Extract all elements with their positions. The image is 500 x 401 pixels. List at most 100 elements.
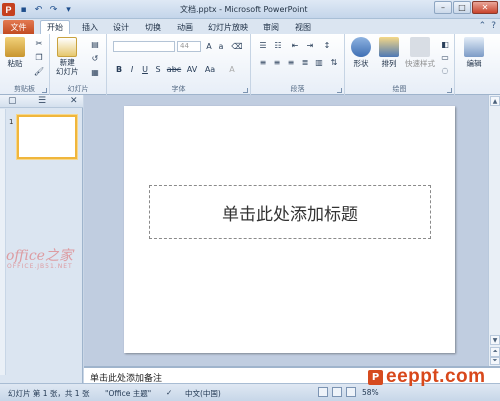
ribbon: 粘贴 ✂ ❐ 🖌 剪贴板 新建 幻灯片 ▤ ↺ ▦ 幻灯片 44 A a ⌫ B… (0, 34, 500, 95)
eeppt-text: eeppt.com (386, 366, 486, 387)
minimize-button[interactable]: – (434, 1, 452, 14)
maximize-button[interactable]: □ (453, 1, 471, 14)
font-launcher-icon[interactable] (243, 88, 248, 93)
group-drawing: 形状 排列 快速样式 ◧ ▭ ◌ 绘图 (345, 34, 455, 95)
font-color-button[interactable]: A (225, 63, 239, 75)
format-painter-icon[interactable]: 🖌 (33, 66, 45, 77)
section-icon[interactable]: ▦ (88, 67, 102, 77)
change-case-button[interactable]: Aa (203, 63, 217, 75)
spellcheck-icon[interactable]: ✓ (166, 388, 172, 397)
tab-transitions[interactable]: 切换 (139, 20, 167, 34)
grow-font-icon[interactable]: A (204, 41, 214, 51)
tab-file[interactable]: 文件 (3, 20, 34, 34)
align-left-icon[interactable]: ≡ (257, 57, 269, 67)
qat-customize-icon[interactable]: ▾ (62, 3, 75, 16)
slides-view-icon[interactable]: ▢ (8, 96, 17, 106)
italic-button[interactable]: I (127, 63, 137, 75)
numbering-icon[interactable]: ☷ (272, 40, 284, 50)
quick-access-toolbar: P ▪ ↶ ↷ ▾ (2, 2, 75, 17)
columns-icon[interactable]: ▥ (313, 57, 325, 67)
help-icon[interactable]: ? (491, 21, 496, 31)
bullets-icon[interactable]: ☰ (257, 40, 269, 50)
window-controls: – □ ✕ (434, 1, 498, 14)
shape-effects-icon[interactable]: ◌ (440, 65, 450, 75)
group-editing: 编辑 (455, 34, 500, 95)
paste-icon (5, 37, 25, 57)
shapes-icon (351, 37, 371, 57)
group-label-drawing: 绘图 (392, 85, 407, 93)
tab-review[interactable]: 审阅 (257, 20, 285, 34)
drawing-launcher-icon[interactable] (447, 88, 452, 93)
line-spacing-icon[interactable]: ↕ (321, 40, 333, 50)
tab-animations[interactable]: 动画 (171, 20, 199, 34)
thumbnail-number: 1 (9, 118, 14, 126)
tab-view[interactable]: 视图 (289, 20, 317, 34)
save-icon[interactable]: ▪ (17, 3, 30, 16)
slide-count: 幻灯片 第 1 张，共 1 张 (8, 389, 90, 398)
shape-fill-icon[interactable]: ◧ (440, 39, 450, 49)
normal-view-icon[interactable] (318, 387, 328, 397)
shape-outline-icon[interactable]: ▭ (440, 52, 450, 62)
justify-icon[interactable]: ≣ (299, 57, 311, 67)
language[interactable]: 中文(中国) (185, 388, 221, 399)
minimize-ribbon-icon[interactable]: ⌃ (479, 21, 487, 31)
reading-view-icon[interactable] (346, 387, 356, 397)
prev-slide-icon[interactable]: ⏶ (490, 347, 500, 357)
bold-button[interactable]: B (114, 63, 124, 75)
scroll-down-icon[interactable]: ▼ (490, 335, 500, 345)
paste-button[interactable]: 粘贴 (5, 37, 25, 69)
align-right-icon[interactable]: ≡ (285, 57, 297, 67)
new-slide-button[interactable]: 新建 幻灯片 (56, 37, 79, 76)
close-panel-icon[interactable]: ✕ (70, 96, 78, 106)
reset-icon[interactable]: ↺ (88, 53, 102, 63)
underline-button[interactable]: U (140, 63, 150, 75)
tab-home[interactable]: 开始 (40, 20, 70, 34)
align-center-icon[interactable]: ≡ (271, 57, 283, 67)
next-slide-icon[interactable]: ⏷ (490, 357, 500, 365)
arrange-button[interactable]: 排列 (379, 37, 399, 69)
new-slide-icon (57, 37, 78, 57)
tab-slideshow[interactable]: 幻灯片放映 (203, 20, 253, 34)
close-button[interactable]: ✕ (472, 1, 498, 14)
shrink-font-icon[interactable]: a (216, 41, 226, 51)
paragraph-launcher-icon[interactable] (337, 88, 342, 93)
outline-view-icon[interactable]: ☰ (38, 96, 46, 106)
slide-canvas[interactable]: 单击此处添加标题 (124, 106, 455, 353)
shapes-button[interactable]: 形状 (351, 37, 371, 69)
zoom-level[interactable]: 58% (362, 388, 379, 397)
tab-insert[interactable]: 插入 (76, 20, 104, 34)
clear-format-icon[interactable]: ⌫ (231, 41, 243, 51)
undo-icon[interactable]: ↶ (32, 3, 45, 16)
redo-icon[interactable]: ↷ (47, 3, 60, 16)
watermark-office-url: OFFICE.JB51.NET (7, 263, 73, 270)
powerpoint-app-icon[interactable]: P (2, 3, 15, 16)
ribbon-right-controls: ⌃ ? (479, 21, 496, 31)
increase-indent-icon[interactable]: ⇥ (304, 40, 316, 50)
copy-icon[interactable]: ❐ (33, 52, 45, 63)
font-size-select[interactable]: 44 (177, 41, 201, 52)
group-label-paragraph: 段落 (290, 85, 305, 93)
cut-icon[interactable]: ✂ (33, 38, 45, 49)
eeppt-logo-icon: P (368, 369, 383, 385)
decrease-indent-icon[interactable]: ⇤ (289, 40, 301, 50)
theme-name: "Office 主题" (105, 389, 152, 398)
editing-button[interactable]: 编辑 (464, 37, 484, 69)
slides-panel-scrollbar[interactable] (0, 109, 6, 375)
slide-thumbnail[interactable] (17, 115, 77, 159)
layout-icon[interactable]: ▤ (88, 39, 102, 49)
editor-scrollbar[interactable]: ▲ ▼ ⏶ ⏷ (488, 95, 500, 366)
tab-design[interactable]: 设计 (107, 20, 135, 34)
scroll-up-icon[interactable]: ▲ (490, 96, 500, 106)
clipboard-launcher-icon[interactable] (42, 88, 47, 93)
text-direction-icon[interactable]: ⇅ (328, 57, 340, 67)
watermark-office: office之家 (6, 248, 73, 264)
strikethrough-button[interactable]: abc (166, 63, 182, 75)
quick-styles-button[interactable]: 快速样式 (405, 37, 435, 69)
title-placeholder[interactable]: 单击此处添加标题 (149, 185, 431, 239)
slide-sorter-icon[interactable] (332, 387, 342, 397)
font-family-select[interactable] (113, 41, 175, 52)
char-spacing-button[interactable]: AV (185, 63, 199, 75)
group-label-font: 字体 (171, 85, 186, 93)
text-shadow-button[interactable]: S (153, 63, 163, 75)
slides-panel: ▢ ☰ ✕ 1 office之家 OFFICE.JB51.NET (0, 95, 83, 383)
